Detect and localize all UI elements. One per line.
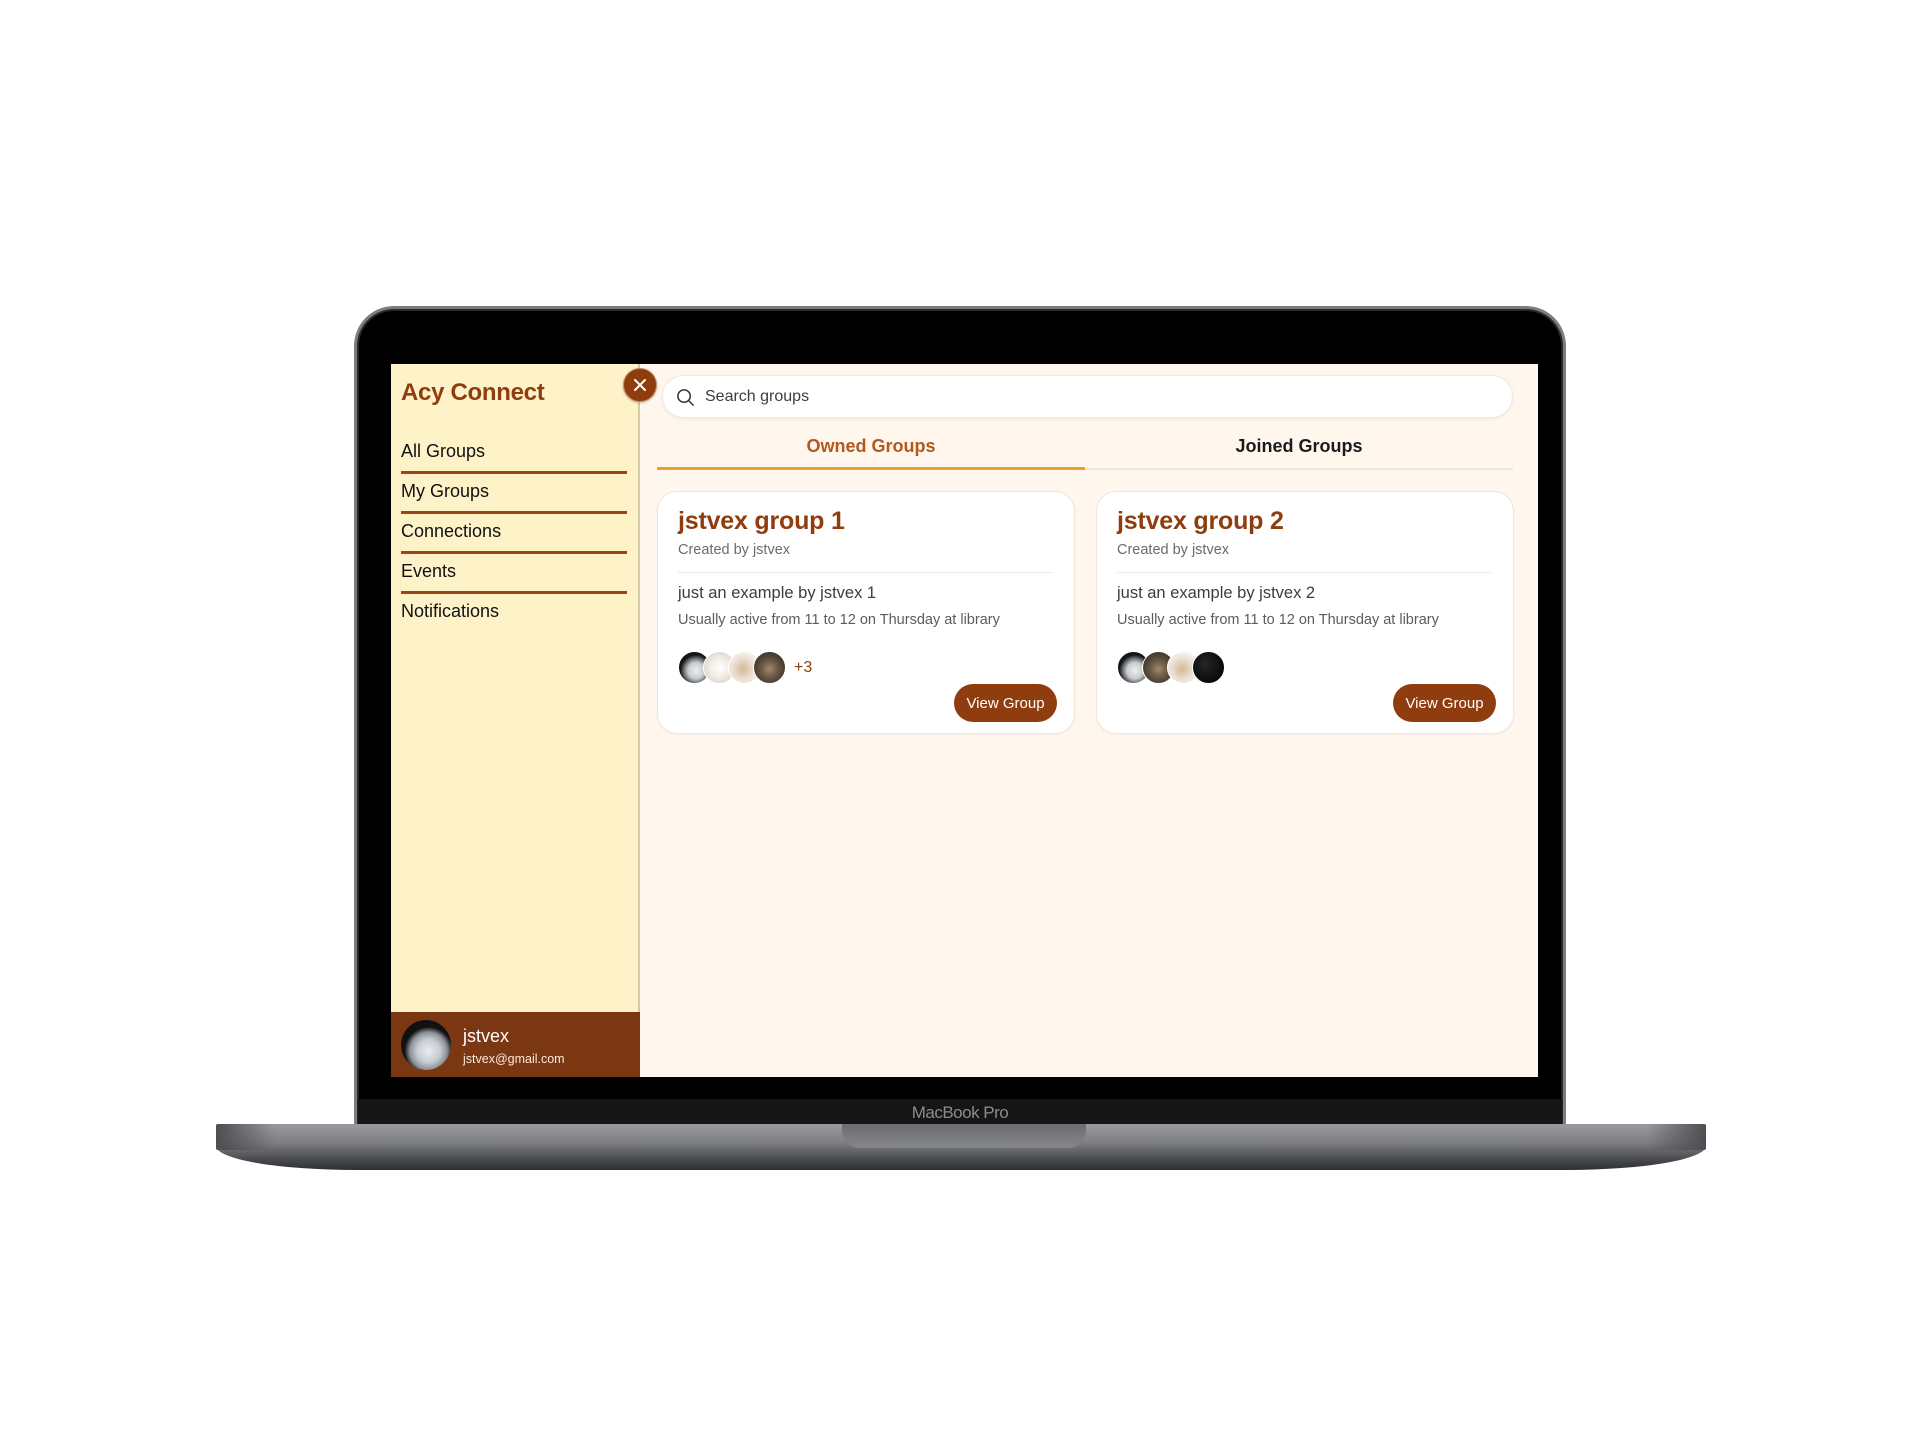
member-avatars: +3 <box>678 651 812 684</box>
member-avatar <box>753 651 786 684</box>
group-list: jstvex group 1 Created by jstvex just an… <box>657 491 1515 734</box>
group-activity: Usually active from 11 to 12 on Thursday… <box>678 612 1000 628</box>
laptop-notch <box>842 1124 1086 1148</box>
more-members-count: +3 <box>794 658 813 676</box>
view-group-button[interactable]: View Group <box>954 684 1057 722</box>
user-name: jstvex <box>463 1026 510 1046</box>
group-tabs: Owned Groups Joined Groups <box>657 428 1513 470</box>
group-description: just an example by jstvex 2 <box>1117 584 1316 602</box>
app-screen: Acy Connect All Groups My Groups Connect… <box>391 364 1538 1077</box>
sidebar-nav: All Groups My Groups Connections Events … <box>401 434 627 634</box>
user-email: jstvex@gmail.com <box>463 1052 565 1066</box>
member-avatars <box>1117 651 1225 684</box>
group-card: jstvex group 1 Created by jstvex just an… <box>657 491 1075 734</box>
search-input[interactable] <box>705 376 1485 417</box>
sidebar-item-events[interactable]: Events <box>401 554 627 594</box>
close-icon <box>634 379 646 391</box>
search-icon <box>677 389 694 406</box>
group-creator: Created by jstvex <box>1117 542 1230 558</box>
tab-owned-groups[interactable]: Owned Groups <box>657 428 1085 470</box>
sidebar-item-connections[interactable]: Connections <box>401 514 627 554</box>
group-description: just an example by jstvex 1 <box>678 584 877 602</box>
divider <box>1117 572 1491 573</box>
tab-joined-groups[interactable]: Joined Groups <box>1085 428 1513 468</box>
sidebar-item-my-groups[interactable]: My Groups <box>401 474 627 514</box>
avatar <box>401 1020 451 1070</box>
member-avatar <box>1192 651 1225 684</box>
view-group-button[interactable]: View Group <box>1393 684 1496 722</box>
group-card: jstvex group 2 Created by jstvex just an… <box>1096 491 1514 734</box>
device-label: MacBook Pro <box>911 1103 1009 1122</box>
group-activity: Usually active from 11 to 12 on Thursday… <box>1117 612 1439 628</box>
sidebar: Acy Connect All Groups My Groups Connect… <box>391 364 640 1077</box>
group-title: jstvex group 1 <box>678 507 845 535</box>
group-title: jstvex group 2 <box>1117 507 1284 535</box>
group-creator: Created by jstvex <box>678 542 791 558</box>
divider <box>678 572 1052 573</box>
app-title: Acy Connect <box>401 379 545 406</box>
close-sidebar-button[interactable] <box>623 368 657 402</box>
sidebar-item-all-groups[interactable]: All Groups <box>401 434 627 474</box>
user-profile[interactable]: jstvex jstvex@gmail.com <box>391 1012 640 1077</box>
search-bar <box>662 375 1513 418</box>
sidebar-item-notifications[interactable]: Notifications <box>401 594 627 634</box>
